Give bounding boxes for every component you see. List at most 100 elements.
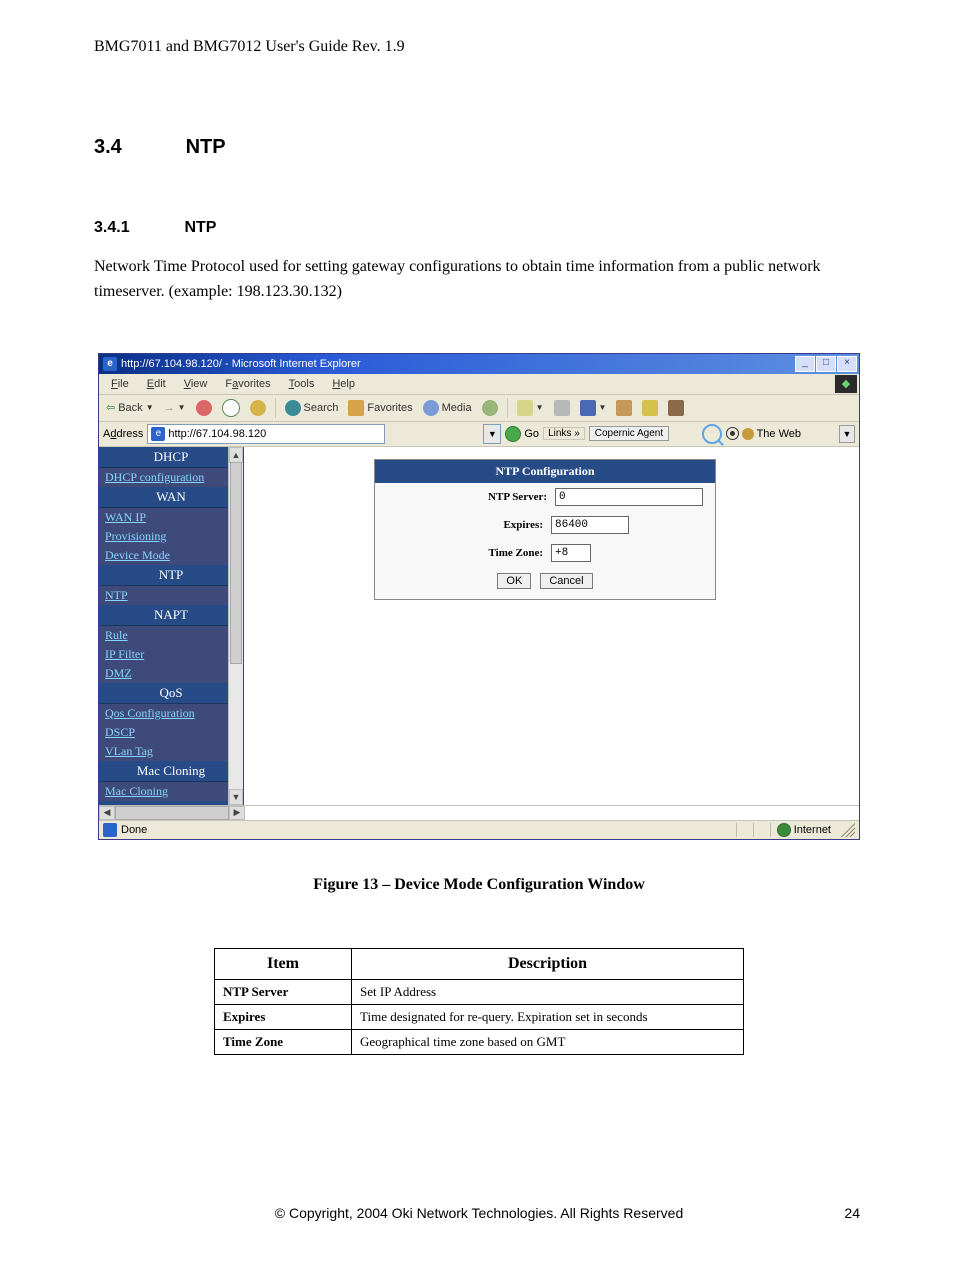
sidebar-head-dhcp: DHCP (99, 447, 243, 468)
search-button[interactable]: Search (282, 400, 342, 416)
refresh-button[interactable] (219, 399, 243, 417)
go-button[interactable]: Go (505, 426, 539, 442)
status-text: Done (121, 824, 147, 836)
maximize-button[interactable]: □ (816, 356, 836, 372)
sidebar-head-qos: QoS (99, 683, 243, 704)
scroll-thumb[interactable] (230, 462, 242, 664)
sidebar-link-wan-ip[interactable]: WAN IP (99, 508, 243, 527)
sidebar-head-pstn: PSTN (99, 801, 243, 805)
edit-button[interactable]: ▼ (577, 400, 610, 416)
sidebar-head-mac-cloning: Mac Cloning (99, 761, 243, 782)
home-button[interactable] (247, 400, 269, 416)
window-title: http://67.104.98.120/ - Microsoft Intern… (121, 358, 361, 370)
copernic-button[interactable]: Copernic Agent (589, 426, 669, 441)
ie-toolbar: ⇦Back▼ →▼ Search Favorites Media ▼ ▼ (99, 395, 859, 422)
sidebar-head-wan: WAN (99, 487, 243, 508)
status-zone: Internet (770, 823, 837, 837)
ie-menubar: File Edit View Favorites Tools Help ◆ (99, 374, 859, 395)
ntp-config-panel: NTP Configuration NTP Server: Expires: T… (374, 459, 716, 600)
extra-button[interactable] (665, 400, 687, 416)
menu-favorites[interactable]: Favorites (217, 377, 278, 391)
the-web-radio[interactable]: The Web (726, 427, 801, 440)
go-icon (505, 426, 521, 442)
hscroll-right-button[interactable]: ▶ (229, 806, 245, 820)
nav-sidebar: DHCP DHCP configuration WAN WAN IP Provi… (99, 447, 244, 805)
history-button[interactable] (479, 400, 501, 416)
sidebar-link-qos-config[interactable]: Qos Configuration (99, 704, 243, 723)
ntp-server-input[interactable] (555, 488, 703, 506)
table-head-desc: Description (352, 948, 744, 979)
media-button[interactable]: Media (420, 400, 475, 416)
address-field[interactable]: e http://67.104.98.120 (147, 424, 385, 444)
menu-file[interactable]: File (103, 377, 137, 391)
scroll-down-button[interactable]: ▼ (229, 789, 243, 805)
favorites-button[interactable]: Favorites (345, 400, 415, 416)
sidebar-hscrollbar[interactable]: ◀ ▶ (99, 805, 859, 820)
throbber-icon: ◆ (835, 375, 857, 393)
discuss-button[interactable] (613, 400, 635, 416)
menu-help[interactable]: Help (324, 377, 363, 391)
ie-icon: e (103, 357, 117, 371)
sidebar-head-napt: NAPT (99, 605, 243, 626)
forward-button[interactable]: →▼ (161, 402, 189, 414)
expires-input[interactable] (551, 516, 629, 534)
ie-status-icon (103, 823, 117, 837)
expires-label: Expires: (503, 519, 543, 531)
sidebar-link-vlan-tag[interactable]: VLan Tag (99, 742, 243, 761)
figure-caption: Figure 13 – Device Mode Configuration Wi… (94, 876, 864, 894)
hscroll-left-button[interactable]: ◀ (99, 806, 115, 820)
sidebar-link-ip-filter[interactable]: IP Filter (99, 645, 243, 664)
table-cell-item: NTP Server (215, 979, 352, 1004)
sidebar-link-ntp[interactable]: NTP (99, 586, 243, 605)
address-dropdown-button[interactable]: ▼ (483, 424, 501, 444)
cancel-button[interactable]: Cancel (540, 573, 592, 589)
sidebar-link-dhcp-config[interactable]: DHCP configuration (99, 468, 243, 487)
table-row: Time Zone Geographical time zone based o… (215, 1029, 744, 1054)
body-paragraph: Network Time Protocol used for setting g… (94, 255, 864, 305)
hscroll-thumb[interactable] (115, 806, 229, 820)
search-icon[interactable] (702, 424, 722, 444)
subsection-heading: 3.4.1 NTP (94, 219, 864, 237)
ie-window: e http://67.104.98.120/ - Microsoft Inte… (98, 353, 860, 840)
page-footer: © Copyright, 2004 Oki Network Technologi… (94, 1205, 864, 1221)
timezone-label: Time Zone: (489, 547, 544, 559)
menu-tools[interactable]: Tools (281, 377, 323, 391)
sidebar-link-rule[interactable]: Rule (99, 626, 243, 645)
radio-icon (726, 427, 739, 440)
globe-icon (742, 428, 754, 440)
table-head-item: Item (215, 948, 352, 979)
sidebar-link-provisioning[interactable]: Provisioning (99, 527, 243, 546)
sidebar-link-dscp[interactable]: DSCP (99, 723, 243, 742)
links-button[interactable]: Links » (543, 427, 585, 440)
menu-view[interactable]: View (176, 377, 216, 391)
sidebar-link-device-mode[interactable]: Device Mode (99, 546, 243, 565)
section-heading: 3.4 NTP (94, 136, 864, 159)
resize-grip-icon[interactable] (841, 823, 855, 837)
ok-button[interactable]: OK (497, 573, 531, 589)
sidebar-link-dmz[interactable]: DMZ (99, 664, 243, 683)
print-button[interactable] (551, 400, 573, 416)
ie-statusbar: Done Internet (99, 820, 859, 839)
table-cell-desc: Time designated for re-query. Expiration… (352, 1004, 744, 1029)
timezone-input[interactable] (551, 544, 591, 562)
scroll-up-button[interactable]: ▲ (229, 447, 243, 463)
close-button[interactable]: × (837, 356, 857, 372)
description-table: Item Description NTP Server Set IP Addre… (214, 948, 744, 1055)
address-value: http://67.104.98.120 (168, 428, 266, 440)
form-title: NTP Configuration (375, 460, 715, 483)
stop-button[interactable] (193, 400, 215, 416)
copyright: © Copyright, 2004 Oki Network Technologi… (138, 1205, 820, 1221)
menu-edit[interactable]: Edit (139, 377, 174, 391)
table-row: Expires Time designated for re-query. Ex… (215, 1004, 744, 1029)
search-scope-dropdown[interactable]: ▼ (839, 425, 855, 443)
minimize-button[interactable]: _ (795, 356, 815, 372)
sidebar-link-mac-cloning[interactable]: Mac Cloning (99, 782, 243, 801)
address-label: Address (103, 428, 143, 440)
ie-addressbar: Address e http://67.104.98.120 ▼ Go Link… (99, 422, 859, 447)
back-button[interactable]: ⇦Back▼ (103, 401, 157, 414)
messenger-button[interactable] (639, 400, 661, 416)
table-cell-item: Time Zone (215, 1029, 352, 1054)
sidebar-vscrollbar[interactable]: ▲ ▼ (228, 447, 243, 805)
ie-client-area: DHCP DHCP configuration WAN WAN IP Provi… (99, 447, 859, 805)
mail-button[interactable]: ▼ (514, 400, 547, 416)
